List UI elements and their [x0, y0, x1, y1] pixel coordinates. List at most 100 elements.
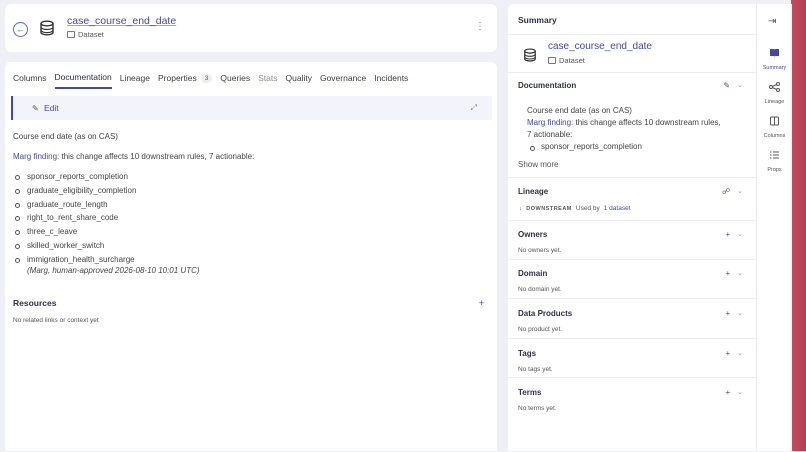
used-by-label: Used by: [575, 205, 600, 212]
list-item: three_c_leave: [14, 225, 136, 239]
show-more-button[interactable]: Show more: [518, 160, 558, 169]
dataset-icon: [67, 31, 75, 38]
tab-quality[interactable]: Quality: [286, 72, 312, 89]
section-actions: + ⌄: [725, 388, 743, 397]
summary-panel: Summary case_course_end_date Dataset Doc…: [508, 4, 756, 451]
tab-label: Stats: [258, 73, 278, 83]
chevron-down-icon[interactable]: ⌄: [737, 81, 743, 90]
list-item: immigration_health_surcharge: [14, 253, 136, 267]
edit-button[interactable]: Edit: [44, 103, 59, 113]
tab-columns[interactable]: Columns: [13, 72, 47, 89]
empty-text: No product yet.: [518, 326, 563, 333]
tab-documentation[interactable]: Documentation: [54, 72, 112, 89]
summary-data-products: Data Products + ⌄ No product yet.: [508, 298, 756, 339]
summary-entity-name[interactable]: case_course_end_date: [548, 41, 652, 52]
tab-incidents[interactable]: Incidents: [374, 72, 408, 89]
summary-domain: Domain + ⌄ No domain yet.: [508, 259, 756, 299]
section-title: Domain: [518, 269, 548, 278]
tab-label: Queries: [220, 73, 251, 83]
back-button[interactable]: ←: [13, 22, 28, 37]
tab-label: Properties: [157, 73, 197, 83]
finding-text: this change affects 10 downstream rules,: [573, 118, 721, 127]
finding-prefix: Marg finding:: [527, 118, 574, 127]
summary-entity-type: Dataset: [548, 56, 585, 65]
plus-icon[interactable]: +: [725, 349, 730, 358]
approval-note: (Marg, human-approved 2026-08-10 10:01 U…: [27, 266, 200, 275]
section-title: Tags: [518, 349, 537, 358]
count-badge: 3: [200, 73, 213, 83]
edit-documentation-bar[interactable]: ✎ Edit ⤢: [11, 96, 492, 120]
side-rail: ⇥ Summary Lineage Columns Props: [756, 4, 792, 451]
resources-heading: Resources: [13, 298, 57, 308]
plus-icon[interactable]: +: [725, 309, 730, 318]
rail-label: Lineage: [764, 99, 785, 105]
list-item: right_to_rent_share_code: [14, 211, 136, 225]
summary-documentation: Documentation ✎ ⌄ Course end date (as on…: [508, 72, 756, 178]
rail-label: Summary: [762, 65, 787, 71]
rail-label: Props: [767, 167, 782, 173]
section-actions: + ⌄: [725, 349, 743, 358]
chevron-down-icon[interactable]: ⌄: [737, 187, 743, 196]
pencil-icon[interactable]: ✎: [723, 81, 730, 90]
list-item: graduate_route_length: [14, 198, 136, 212]
plus-icon[interactable]: +: [725, 269, 730, 278]
summary-owners: Owners + ⌄ No owners yet.: [508, 220, 756, 260]
panel-title: Summary: [518, 15, 557, 25]
chevron-down-icon[interactable]: ⌄: [737, 388, 743, 397]
tab-label: Quality: [285, 73, 312, 83]
plus-icon[interactable]: +: [725, 230, 730, 239]
summary-entity: case_course_end_date Dataset: [508, 34, 756, 73]
tab-label: Documentation: [54, 72, 112, 82]
background-strip: [791, 0, 806, 451]
section-title: Terms: [518, 388, 542, 397]
rail-item-props[interactable]: Props: [757, 147, 792, 173]
summary-lineage: Lineage ☍ ⌄ ↓ DOWNSTREAM Used by 1 datas…: [508, 177, 756, 221]
book-icon: [770, 49, 779, 57]
pencil-icon: ✎: [32, 104, 39, 113]
finding-text: this change affects 10 downstream rules,…: [59, 152, 255, 161]
tab-label: Lineage: [119, 73, 150, 83]
entity-subtype: Dataset: [67, 30, 104, 39]
finding-prefix: Marg finding:: [13, 152, 60, 161]
section-title: Documentation: [518, 81, 577, 90]
tab-label: Columns: [13, 73, 47, 83]
close-panel-icon[interactable]: ⇥: [768, 16, 776, 27]
tab-label: Incidents: [374, 73, 409, 83]
tab-label: Governance: [319, 73, 367, 83]
tab-bar: Columns Documentation Lineage Properties…: [13, 72, 416, 89]
tab-queries[interactable]: Queries: [220, 72, 250, 89]
section-title: Lineage: [518, 187, 549, 196]
entity-header: ← case_course_end_date Dataset ⋮: [5, 4, 497, 52]
columns-icon: [770, 116, 779, 126]
entity-subtype-label: Dataset: [78, 30, 104, 39]
entity-title[interactable]: case_course_end_date: [67, 15, 176, 27]
list-icon: [770, 151, 779, 159]
chevron-down-icon[interactable]: ⌄: [737, 269, 743, 278]
chevron-down-icon[interactable]: ⌄: [737, 230, 743, 239]
chevron-down-icon[interactable]: ⌄: [737, 349, 743, 358]
empty-text: No owners yet.: [518, 247, 562, 254]
chevron-down-icon[interactable]: ⌄: [737, 309, 743, 318]
section-actions: + ⌄: [725, 269, 743, 278]
plus-icon[interactable]: +: [725, 388, 730, 397]
expand-icon[interactable]: ⤢: [471, 103, 477, 113]
lineage-icon[interactable]: ☍: [722, 187, 730, 196]
plus-icon[interactable]: +: [479, 298, 484, 308]
list-item: skilled_worker_switch: [14, 239, 136, 253]
downstream-link[interactable]: 1 dataset: [604, 205, 631, 212]
tab-properties[interactable]: Properties 3: [157, 72, 213, 89]
rail-item-summary[interactable]: Summary: [757, 45, 792, 71]
more-options-icon[interactable]: ⋮: [475, 22, 485, 32]
lineage-downstream-row: ↓ DOWNSTREAM Used by 1 dataset: [519, 205, 631, 212]
tab-stats[interactable]: Stats: [258, 72, 277, 89]
tab-lineage[interactable]: Lineage: [120, 72, 150, 89]
rail-item-lineage[interactable]: Lineage: [757, 79, 792, 105]
lineage-icon: [769, 82, 780, 92]
tab-governance[interactable]: Governance: [320, 72, 366, 89]
section-title: Data Products: [518, 309, 573, 318]
summary-doc-line: 7 actionable:: [527, 130, 573, 139]
database-icon: [40, 20, 54, 36]
arrow-down-icon: ↓: [519, 205, 523, 212]
rail-item-columns[interactable]: Columns: [757, 113, 792, 139]
section-actions: ☍ ⌄: [722, 187, 743, 196]
